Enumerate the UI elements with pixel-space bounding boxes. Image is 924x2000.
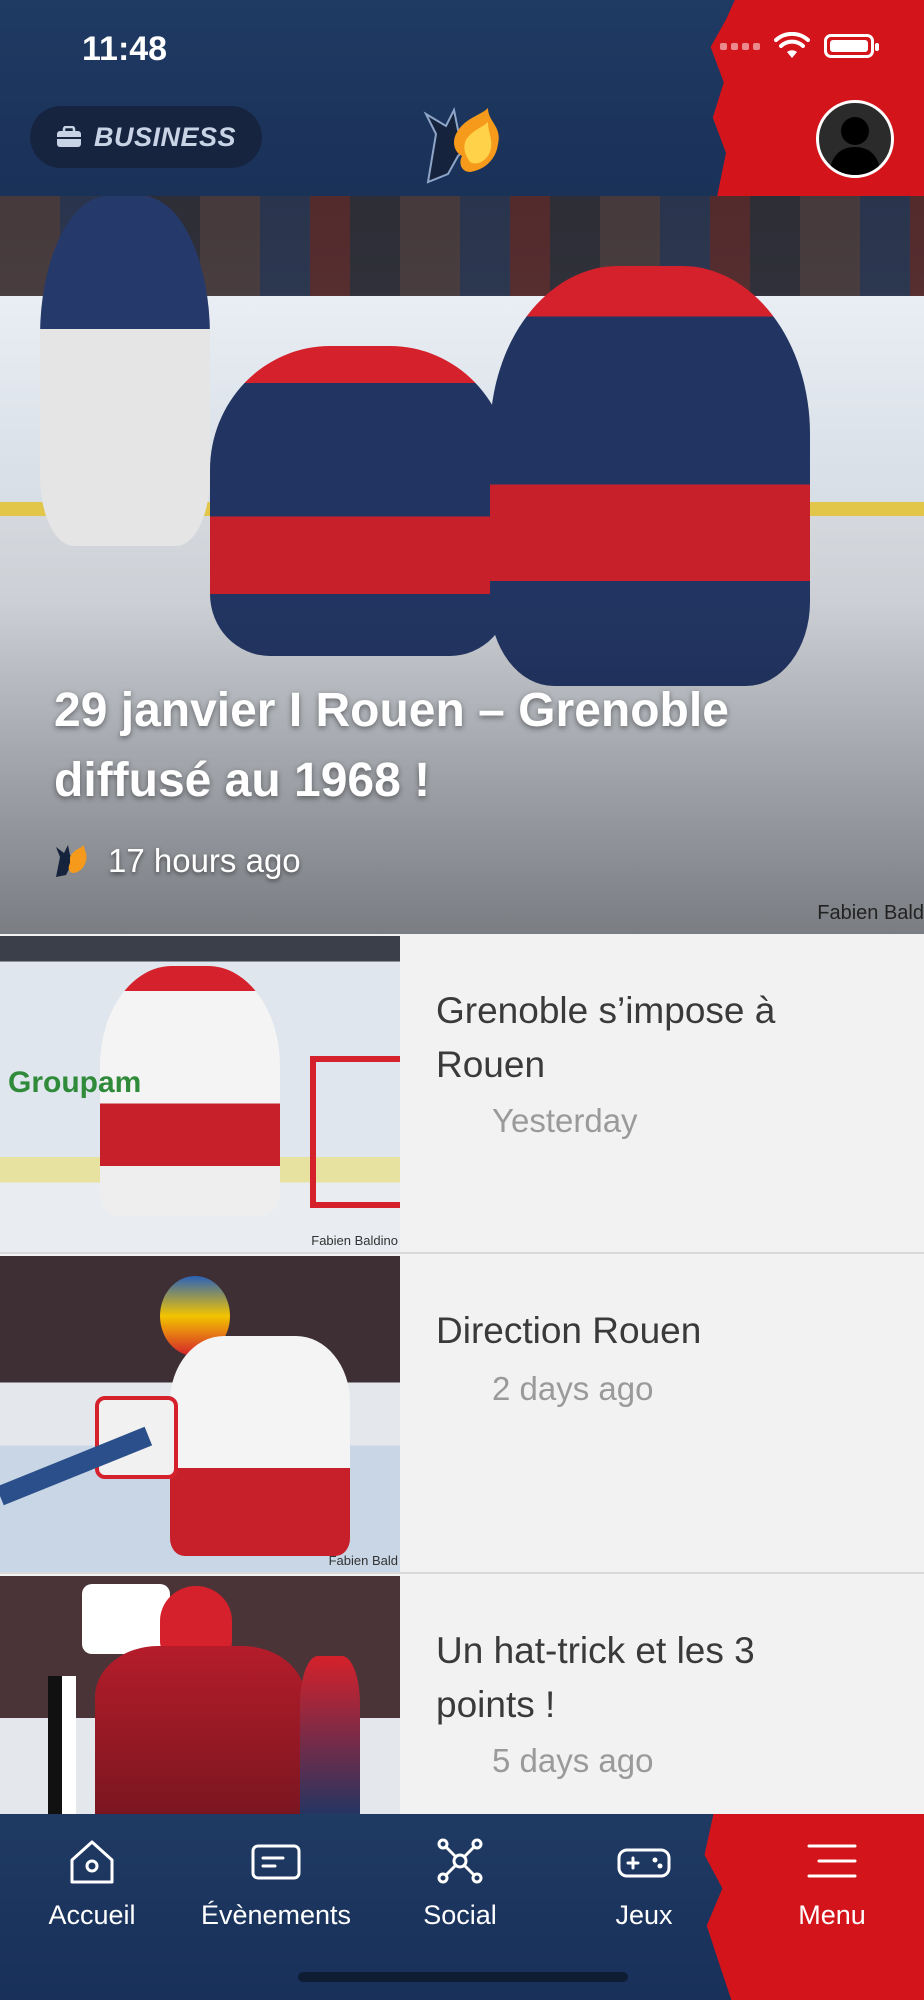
article-title: Direction Rouen: [436, 1310, 702, 1351]
user-avatar[interactable]: [816, 100, 894, 178]
header-red-accent: [710, 0, 924, 196]
wifi-icon: [774, 32, 810, 58]
status-time: 11:48: [82, 30, 168, 68]
tab-accueil[interactable]: Accueil: [0, 1834, 184, 1931]
article-photo-credit: Fabien Baldino: [311, 1233, 398, 1248]
article-photo-credit: Fabien Bald: [328, 1553, 398, 1568]
tab-label: Menu: [798, 1900, 866, 1930]
article-thumbnail: Groupam Fabien Baldino: [0, 936, 400, 1252]
events-icon: [251, 1844, 301, 1880]
list-item[interactable]: Groupam Fabien Baldino Grenoble s’impose…: [0, 936, 924, 1254]
featured-article-title: 29 janvier I Rouen – Grenoble diffusé au…: [54, 684, 729, 807]
status-icons: [720, 32, 879, 60]
article-time: 2 days ago: [492, 1370, 654, 1407]
social-network-icon: [437, 1838, 483, 1884]
team-logo[interactable]: [418, 104, 504, 188]
briefcase-icon: [57, 126, 81, 147]
tab-label: Jeux: [615, 1900, 673, 1930]
tab-evenements[interactable]: Évènements: [184, 1834, 368, 1931]
app-header: 11:48 BUSINESS: [0, 0, 924, 196]
user-icon: [829, 117, 881, 175]
tab-social[interactable]: Social: [368, 1834, 552, 1931]
featured-article[interactable]: 29 janvier I Rouen – Grenoble diffusé au…: [0, 196, 924, 934]
featured-article-meta: 17 hours ago: [54, 842, 301, 880]
article-title: Un hat-trick et les 3 points !: [436, 1630, 755, 1725]
list-item[interactable]: Fabien Bald Direction Rouen 2 days ago: [0, 1256, 924, 1574]
tab-label: Accueil: [48, 1900, 136, 1930]
team-logo-small-icon: [56, 845, 87, 877]
business-button[interactable]: BUSINESS: [30, 106, 262, 168]
article-time: Yesterday: [492, 1102, 638, 1139]
battery-icon: [824, 34, 879, 58]
home-indicator[interactable]: [298, 1972, 628, 1982]
tab-jeux[interactable]: Jeux: [552, 1834, 736, 1931]
article-thumbnail: Fabien Bald: [0, 1256, 400, 1572]
business-label: BUSINESS: [94, 121, 237, 152]
article-title: Grenoble s’impose à Rouen: [436, 990, 776, 1085]
tab-menu[interactable]: Menu: [740, 1834, 924, 1931]
article-time: 5 days ago: [492, 1742, 654, 1779]
gamepad-icon: [617, 1848, 671, 1878]
featured-article-time: 17 hours ago: [108, 842, 301, 879]
photo-credit: Fabien Bald: [817, 902, 924, 924]
tab-label: Évènements: [200, 1900, 352, 1930]
menu-icon: [807, 1844, 857, 1878]
home-icon: [70, 1840, 114, 1884]
signal-icon: [720, 42, 760, 50]
tab-label: Social: [423, 1900, 497, 1930]
